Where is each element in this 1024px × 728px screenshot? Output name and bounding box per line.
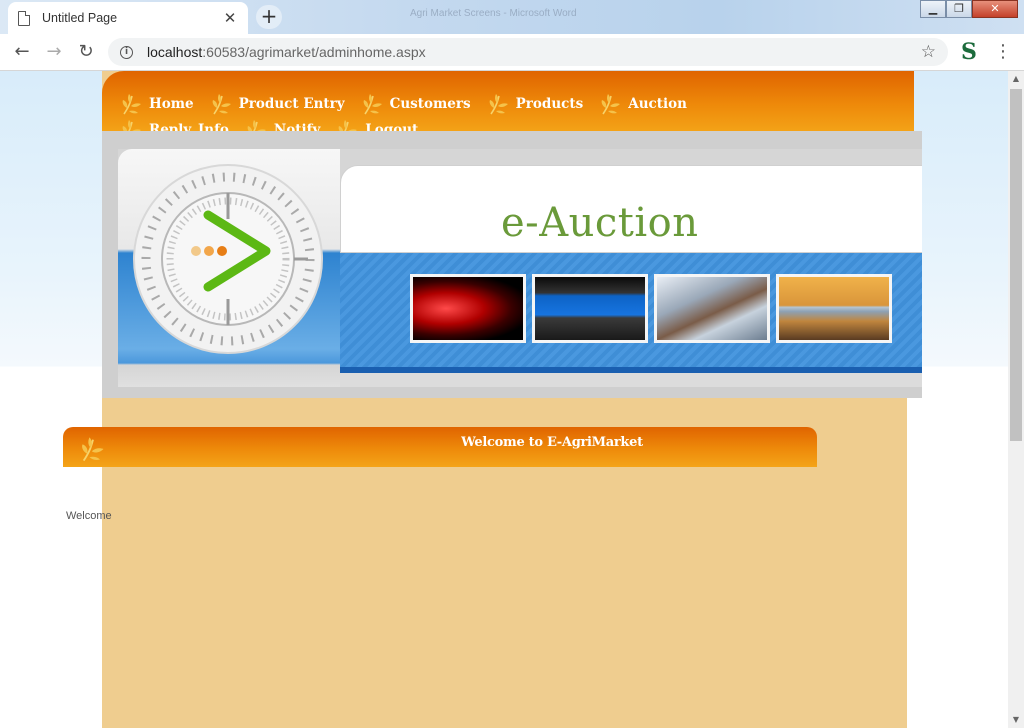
menu-item-label: Home — [149, 96, 194, 112]
banner-title: e-Auction — [501, 200, 699, 246]
leaf-icon — [489, 94, 508, 115]
page-viewport: Home Product Entry Customers Products Au… — [0, 71, 1008, 728]
menu-item-label: Product Entry — [238, 96, 345, 112]
window-title: Agri Market Screens - Microsoft Word — [410, 8, 577, 19]
welcome-header-bar: Welcome to E-AgriMarket — [63, 427, 817, 467]
forward-arrow-icon[interactable]: → — [42, 40, 66, 64]
menu-item-auction[interactable]: Auction — [599, 91, 687, 117]
leaf-icon — [212, 94, 231, 115]
back-arrow-icon[interactable]: ← — [10, 40, 34, 64]
scroll-up-arrow-icon[interactable]: ▲ — [1008, 71, 1024, 87]
photo-strip — [340, 253, 922, 373]
minimize-button[interactable]: ▁ — [920, 0, 946, 18]
browser-titlebar: Untitled Page ✕ + Agri Market Screens - … — [0, 0, 1024, 34]
url-host: localhost — [147, 44, 203, 60]
menu-item-products[interactable]: Products — [487, 91, 584, 117]
title-panel: e-Auction — [340, 165, 922, 253]
extension-icon[interactable]: S — [958, 40, 980, 64]
banner-photo-red-coils — [410, 274, 526, 343]
bookmark-star-icon[interactable]: ☆ — [921, 42, 936, 62]
site-menu-bar: Home Product Entry Customers Products Au… — [102, 71, 914, 141]
scroll-down-arrow-icon[interactable]: ▼ — [1008, 712, 1024, 728]
scrollbar-thumb[interactable] — [1010, 89, 1022, 441]
menu-item-label: Products — [515, 96, 584, 112]
menu-item-label: Auction — [628, 96, 687, 112]
window-controls: ▁ ❐ ✕ — [920, 0, 1018, 18]
browser-toolbar: ← → ↻ i localhost :60583/agrimarket/admi… — [0, 34, 1024, 71]
banner-photo-conference-room — [776, 274, 892, 343]
page-scrollbar[interactable]: ▲ ▼ — [1008, 71, 1024, 728]
url-path: :60583/agrimarket/adminhome.aspx — [202, 44, 426, 60]
reload-icon[interactable]: ↻ — [74, 40, 98, 64]
leaf-icon — [363, 94, 382, 115]
new-tab-button[interactable]: + — [256, 5, 282, 29]
banner-bottom-band — [340, 373, 922, 387]
address-bar[interactable]: i localhost :60583/agrimarket/adminhome.… — [108, 38, 948, 66]
info-icon[interactable]: i — [120, 45, 133, 59]
banner-photo-building — [654, 274, 770, 343]
welcome-text: Welcome — [66, 510, 112, 522]
banner-photo-computers — [532, 274, 648, 343]
leaf-icon — [122, 94, 141, 115]
page-icon — [18, 10, 30, 26]
leaf-icon — [601, 94, 621, 115]
browser-tab[interactable]: Untitled Page ✕ — [8, 2, 248, 34]
menu-item-product-entry[interactable]: Product Entry — [210, 91, 345, 117]
menu-item-customers[interactable]: Customers — [361, 91, 471, 117]
restore-button[interactable]: ❐ — [946, 0, 972, 18]
menu-item-home[interactable]: Home — [120, 91, 194, 117]
browser-menu-icon[interactable]: ⋮ — [994, 40, 1012, 64]
tab-title: Untitled Page — [42, 11, 118, 25]
menu-item-label: Customers — [389, 96, 471, 112]
logo-panel — [118, 149, 340, 387]
arrow-dial-logo-icon — [133, 164, 323, 354]
banner-inner: e-Auction — [118, 149, 922, 387]
tab-close-icon[interactable]: ✕ — [222, 9, 238, 27]
welcome-heading: Welcome to E-AgriMarket — [461, 435, 643, 450]
site-banner: e-Auction — [102, 131, 922, 398]
window-close-button[interactable]: ✕ — [972, 0, 1018, 18]
